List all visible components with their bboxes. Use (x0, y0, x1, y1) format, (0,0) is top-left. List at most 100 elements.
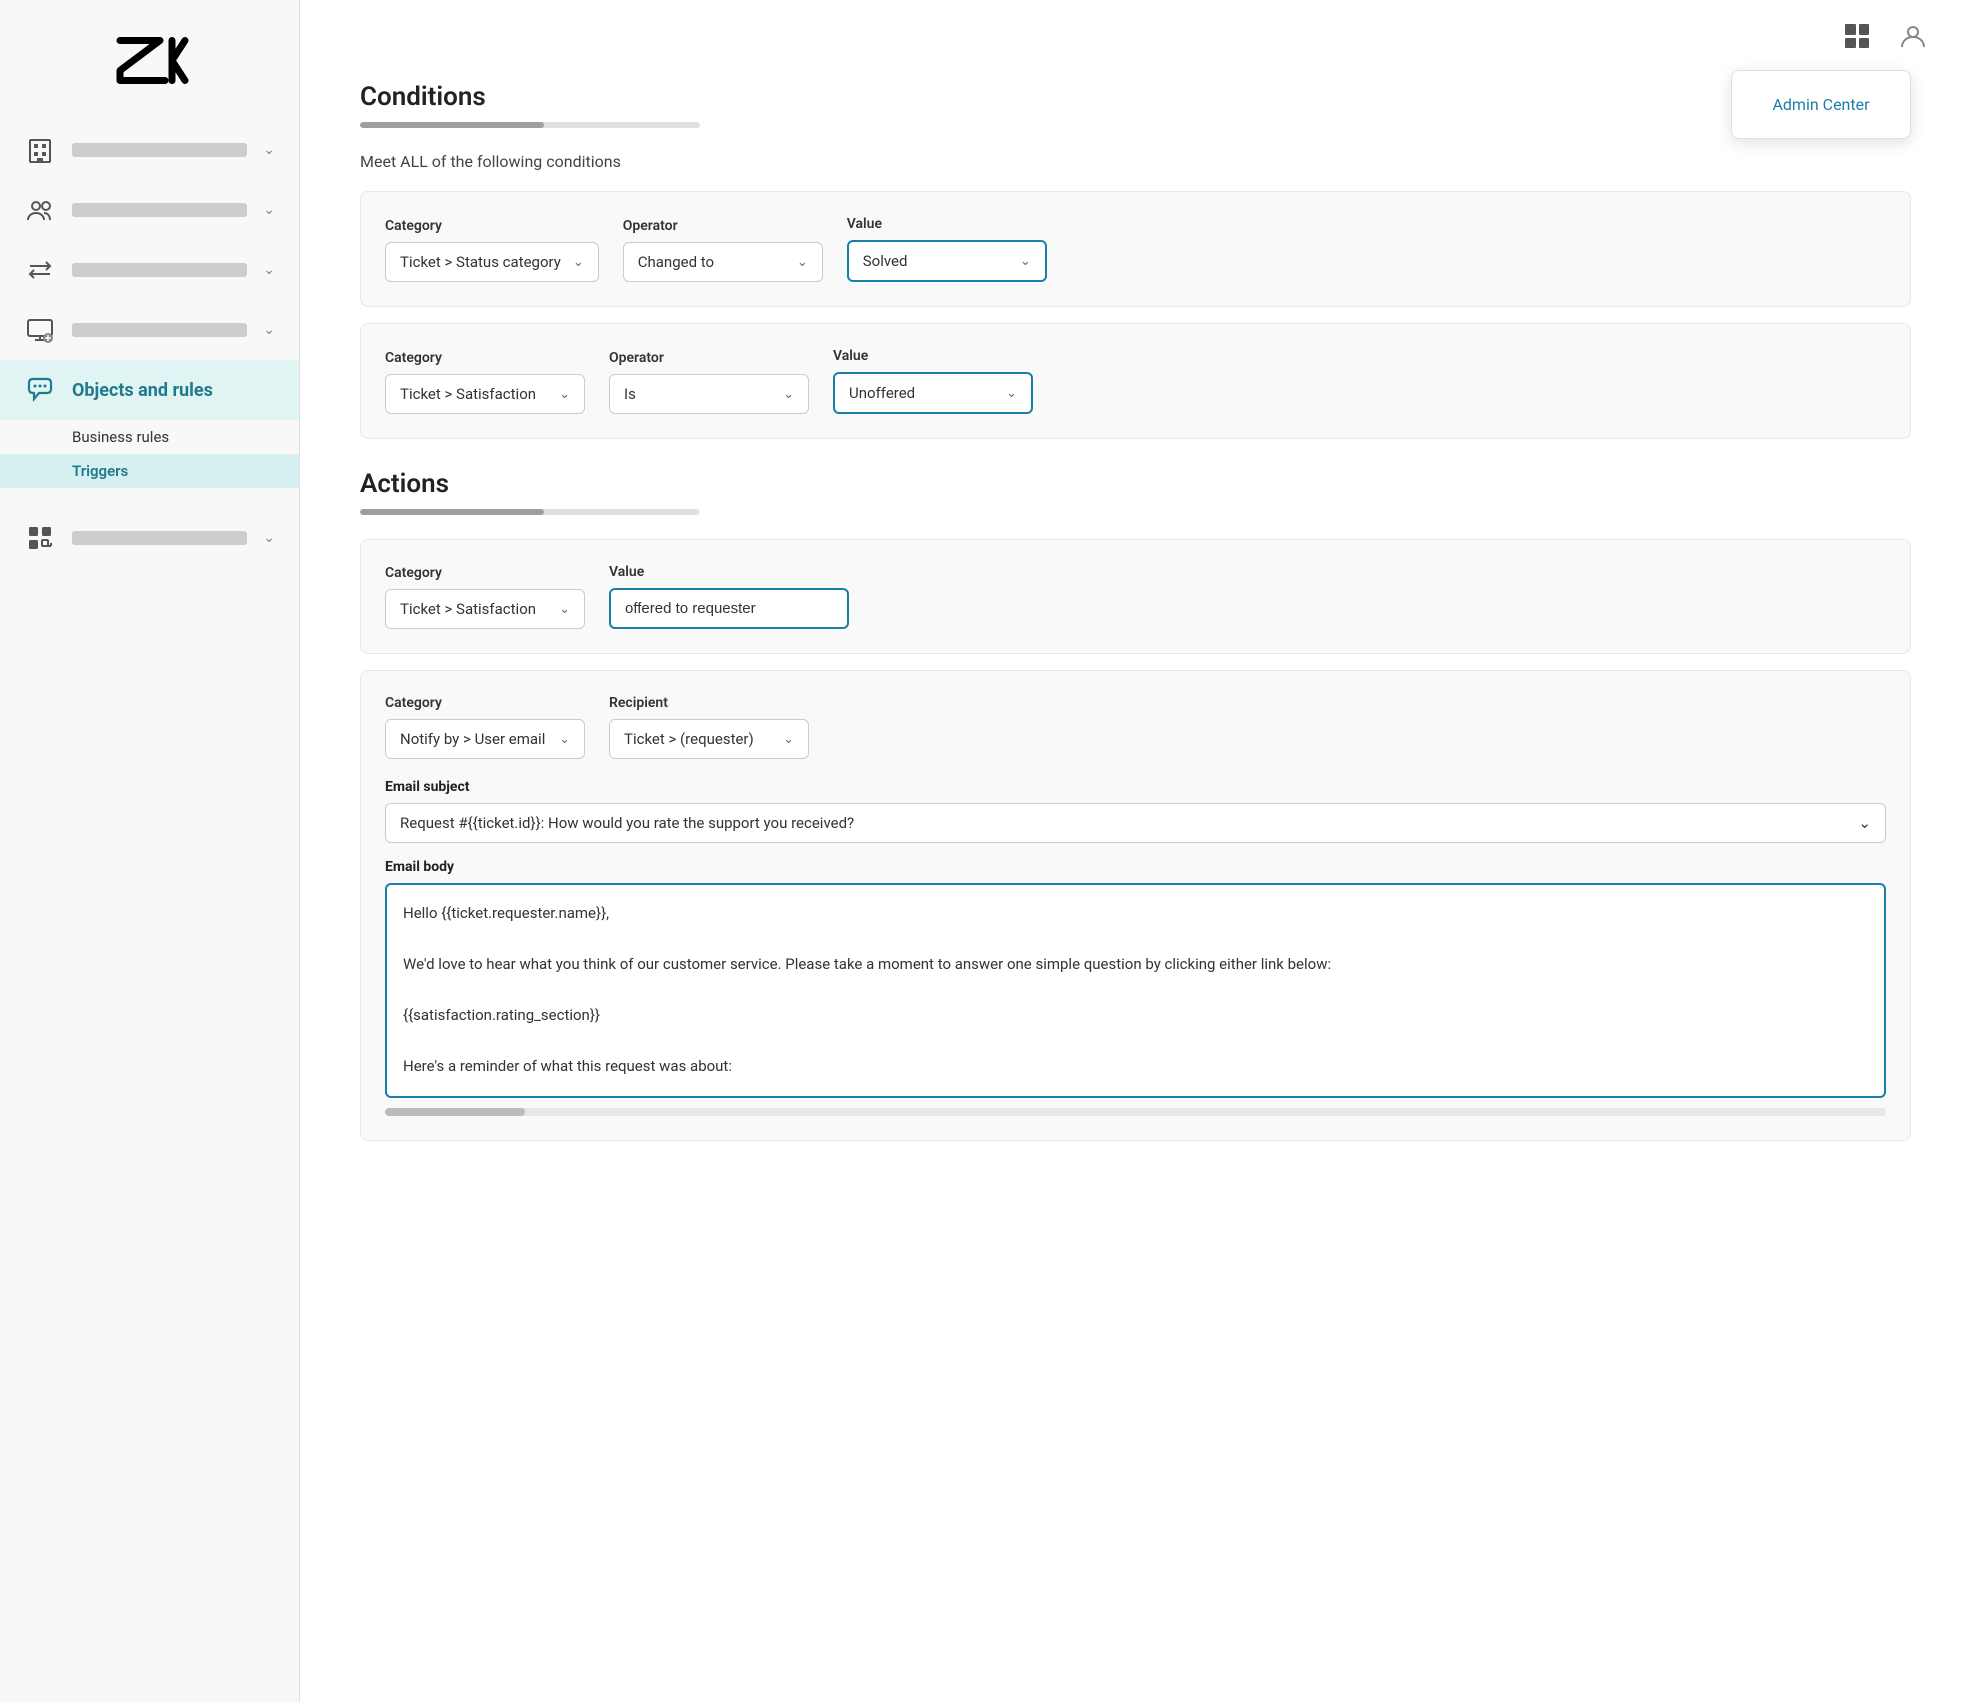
conditions-title: Conditions (360, 82, 1911, 112)
building-icon (24, 134, 56, 166)
chevron-down-icon: ⌄ (263, 322, 275, 338)
chevron-down-icon: ⌄ (783, 732, 794, 747)
chevron-down-icon: ⌄ (797, 255, 808, 270)
condition-1-category-group: Category Ticket > Status category ⌄ (385, 218, 599, 282)
nav-label-bar-home (72, 143, 247, 157)
objects-and-rules-label: Objects and rules (72, 380, 213, 401)
actions-title: Actions (360, 469, 1911, 499)
chevron-down-icon: ⌄ (263, 142, 275, 158)
chevron-down-icon: ⌄ (263, 202, 275, 218)
chevron-down-icon: ⌄ (573, 255, 584, 270)
email-body-text: Hello {{ticket.requester.name}}, We'd lo… (403, 904, 1331, 1075)
chevron-down-icon: ⌄ (559, 387, 570, 402)
monitor-icon (24, 314, 56, 346)
sidebar-sub-triggers[interactable]: Triggers (0, 454, 299, 488)
condition-2-category-group: Category Ticket > Satisfaction ⌄ (385, 350, 585, 414)
action-1-category-select[interactable]: Ticket > Satisfaction ⌄ (385, 589, 585, 629)
apps-icon (24, 522, 56, 554)
action-1-category-label: Category (385, 565, 585, 581)
condition-1-value-value: Solved (863, 252, 908, 270)
sidebar-item-people[interactable]: ⌄ (0, 180, 299, 240)
chevron-down-icon: ⌄ (783, 387, 794, 402)
email-subject-value: Request #{{ticket.id}}: How would you ra… (400, 814, 854, 832)
condition-1-value-group: Value Solved ⌄ (847, 216, 1047, 282)
logo (0, 0, 299, 110)
condition-1-operator-select[interactable]: Changed to ⌄ (623, 242, 823, 282)
admin-center-dropdown: Admin Center (1731, 70, 1911, 139)
email-body-label: Email body (385, 859, 1886, 875)
user-icon-button[interactable] (1895, 18, 1931, 54)
action-2-category-label: Category (385, 695, 585, 711)
user-icon (1898, 21, 1928, 51)
email-subject-select[interactable]: Request #{{ticket.id}}: How would you ra… (385, 803, 1886, 843)
action-2-category-group: Category Notify by > User email ⌄ (385, 695, 585, 759)
main-content: Admin Center Conditions Meet ALL of the … (300, 0, 1971, 1702)
action-1-value-group: Value (609, 564, 849, 629)
conditions-progress-bar (360, 122, 700, 128)
people-icon (24, 194, 56, 226)
zendesk-logo-svg (110, 30, 190, 90)
sidebar: ⌄ ⌄ ⌄ ⌄ Objects an (0, 0, 300, 1702)
action-1-category-group: Category Ticket > Satisfaction ⌄ (385, 565, 585, 629)
chevron-down-icon: ⌄ (559, 732, 570, 747)
sidebar-sub-business-rules[interactable]: Business rules (0, 420, 299, 454)
condition-2-value-select[interactable]: Unoffered ⌄ (833, 372, 1033, 414)
condition-1-category-value: Ticket > Status category (400, 253, 561, 271)
condition-row-2: Category Ticket > Satisfaction ⌄ Operato… (360, 323, 1911, 439)
sidebar-item-apps[interactable]: ⌄ (0, 508, 299, 568)
nav-label-bar-monitor (72, 323, 247, 337)
action-2-category-value: Notify by > User email (400, 730, 545, 748)
condition-2-operator-group: Operator Is ⌄ (609, 350, 809, 414)
chevron-down-icon: ⌄ (559, 602, 570, 617)
condition-2-category-value: Ticket > Satisfaction (400, 385, 536, 403)
conditions-progress-fill (360, 122, 544, 128)
condition-2-value-group: Value Unoffered ⌄ (833, 348, 1033, 414)
top-bar: Admin Center (300, 0, 1971, 72)
action-2-recipient-group: Recipient Ticket > (requester) ⌄ (609, 695, 809, 759)
page-content: Conditions Meet ALL of the following con… (300, 72, 1971, 1217)
condition-1-value-label: Value (847, 216, 1047, 232)
sidebar-item-home[interactable]: ⌄ (0, 120, 299, 180)
condition-1-category-select[interactable]: Ticket > Status category ⌄ (385, 242, 599, 282)
condition-1-value-select[interactable]: Solved ⌄ (847, 240, 1047, 282)
nav-label-bar-apps (72, 531, 247, 545)
condition-row-1: Category Ticket > Status category ⌄ Oper… (360, 191, 1911, 307)
email-body-textarea[interactable]: Hello {{ticket.requester.name}}, We'd lo… (385, 883, 1886, 1098)
condition-2-category-select[interactable]: Ticket > Satisfaction ⌄ (385, 374, 585, 414)
condition-2-value-label: Value (833, 348, 1033, 364)
condition-row-1-inner: Category Ticket > Status category ⌄ Oper… (385, 216, 1886, 282)
action-row-2-inner: Category Notify by > User email ⌄ Recipi… (385, 695, 1886, 759)
sidebar-item-monitor[interactable]: ⌄ (0, 300, 299, 360)
chevron-down-icon: ⌄ (1020, 254, 1031, 269)
condition-1-operator-group: Operator Changed to ⌄ (623, 218, 823, 282)
condition-2-operator-label: Operator (609, 350, 809, 366)
action-2-category-select[interactable]: Notify by > User email ⌄ (385, 719, 585, 759)
action-row-1: Category Ticket > Satisfaction ⌄ Value (360, 539, 1911, 654)
condition-2-operator-select[interactable]: Is ⌄ (609, 374, 809, 414)
actions-progress-fill (360, 509, 544, 515)
email-body-scrollbar-thumb (385, 1108, 525, 1116)
actions-progress-bar (360, 509, 700, 515)
condition-1-category-label: Category (385, 218, 599, 234)
admin-center-item[interactable]: Admin Center (1732, 81, 1910, 128)
arrows-icon (24, 254, 56, 286)
grid-icon-button[interactable] (1839, 18, 1875, 54)
sidebar-item-channels[interactable]: ⌄ (0, 240, 299, 300)
email-body-scrollbar[interactable] (385, 1108, 1886, 1116)
actions-section: Actions Category Ticket > Satisfaction ⌄… (360, 469, 1911, 1141)
chevron-down-icon: ⌄ (263, 530, 275, 546)
email-body-section: Email body Hello {{ticket.requester.name… (385, 859, 1886, 1116)
objects-rules-icon (24, 374, 56, 406)
chevron-down-icon: ⌄ (1006, 386, 1017, 401)
action-1-category-value: Ticket > Satisfaction (400, 600, 536, 618)
condition-row-2-inner: Category Ticket > Satisfaction ⌄ Operato… (385, 348, 1886, 414)
action-1-value-label: Value (609, 564, 849, 580)
condition-2-value-value: Unoffered (849, 384, 915, 402)
sidebar-item-objects-and-rules[interactable]: Objects and rules (0, 360, 299, 420)
condition-2-category-label: Category (385, 350, 585, 366)
condition-2-operator-value: Is (624, 385, 636, 403)
action-1-value-input[interactable] (609, 588, 849, 629)
action-2-recipient-select[interactable]: Ticket > (requester) ⌄ (609, 719, 809, 759)
conditions-description: Meet ALL of the following conditions (360, 152, 1911, 171)
nav-label-bar-channels (72, 263, 247, 277)
